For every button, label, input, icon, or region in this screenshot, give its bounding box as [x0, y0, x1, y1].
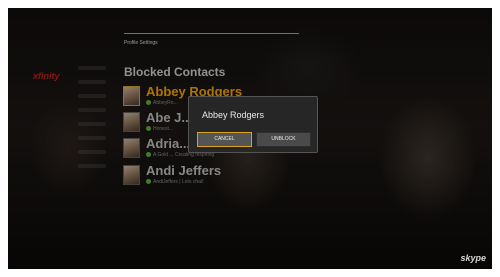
skype-logo: skype: [460, 253, 486, 263]
unblock-button[interactable]: UNBLOCK: [256, 132, 311, 147]
unblock-dialog: Abbey Rodgers CANCEL UNBLOCK: [188, 96, 318, 153]
cancel-button[interactable]: CANCEL: [197, 132, 252, 147]
dialog-title: Abbey Rodgers: [202, 110, 265, 120]
tv-screen: xfinity Profile Settings Blocked Contact…: [8, 8, 492, 269]
